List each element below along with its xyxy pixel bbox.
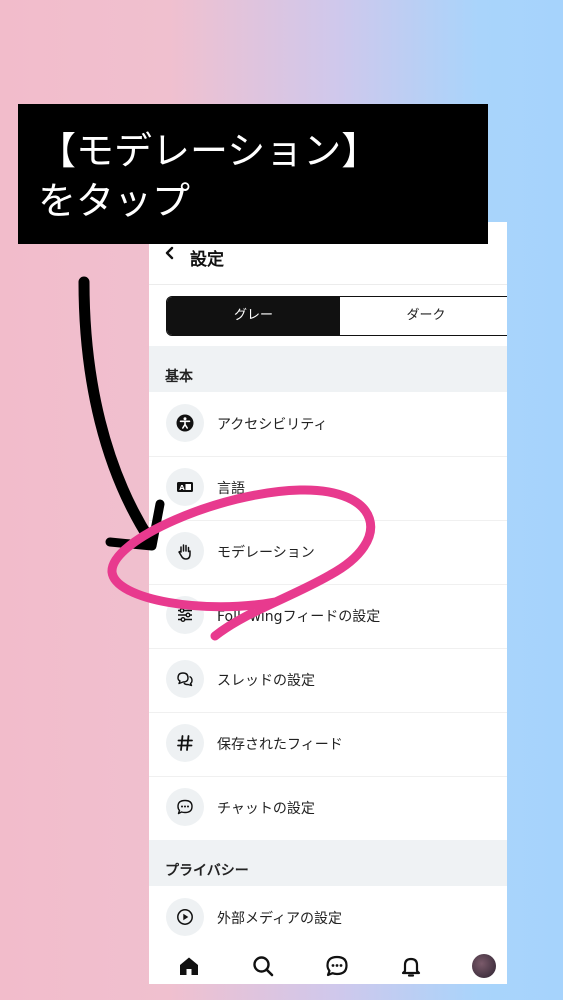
settings-item-following-feed[interactable]: Followingフィードの設定 [149, 584, 507, 649]
section-header-privacy: プライバシー [149, 840, 507, 886]
callout-line-2: をタップ [38, 179, 191, 223]
language-icon: A [166, 468, 204, 506]
chat-bubbles-icon [166, 660, 204, 698]
section-header-basic: 基本 [149, 346, 507, 392]
hand-icon [166, 532, 204, 570]
settings-item-moderation[interactable]: モデレーション [149, 520, 507, 585]
settings-item-label: Followingフィードの設定 [217, 609, 381, 625]
sliders-icon [166, 596, 204, 634]
play-circle-icon [166, 898, 204, 936]
avatar[interactable] [472, 954, 496, 978]
theme-toggle: グレー ダーク [166, 296, 507, 336]
theme-option-dark[interactable]: ダーク [340, 297, 507, 335]
theme-option-gray[interactable]: グレー [167, 297, 340, 335]
settings-item-label: スレッドの設定 [217, 673, 315, 689]
settings-item-label: 外部メディアの設定 [217, 911, 343, 927]
accessibility-icon [166, 404, 204, 442]
page-title: 設定 [190, 250, 224, 270]
svg-text:A: A [179, 484, 185, 492]
callout-line-1: 【モデレーション】 [38, 129, 380, 173]
section-title: 基本 [165, 369, 193, 385]
home-icon[interactable] [177, 954, 201, 978]
settings-item-label: 保存されたフィード [217, 737, 343, 753]
settings-item-external-media[interactable]: 外部メディアの設定 [149, 886, 507, 951]
settings-item-label: モデレーション [217, 545, 315, 561]
settings-item-label: アクセシビリティ [217, 417, 328, 433]
settings-item-label: チャットの設定 [217, 801, 315, 817]
chat-icon[interactable] [325, 954, 349, 978]
bell-icon[interactable] [399, 954, 423, 978]
chevron-left-icon[interactable] [161, 244, 179, 262]
bottom-tab-bar [149, 946, 507, 984]
section-title: プライバシー [165, 863, 249, 879]
settings-screen: 設定 グレー ダーク 基本 アクセシビリティ A 言語 モデレーション Foll… [149, 222, 507, 984]
settings-item-language[interactable]: A 言語 [149, 456, 507, 521]
settings-item-thread[interactable]: スレッドの設定 [149, 648, 507, 713]
settings-item-saved-feeds[interactable]: 保存されたフィード [149, 712, 507, 777]
instruction-callout: 【モデレーション】 をタップ [18, 104, 488, 244]
hash-icon [166, 724, 204, 762]
settings-item-chat[interactable]: チャットの設定 [149, 776, 507, 840]
settings-item-accessibility[interactable]: アクセシビリティ [149, 392, 507, 457]
settings-item-label: 言語 [217, 481, 245, 497]
chat-icon [166, 788, 204, 826]
arrow-annotation [78, 276, 156, 546]
search-icon[interactable] [251, 954, 275, 978]
